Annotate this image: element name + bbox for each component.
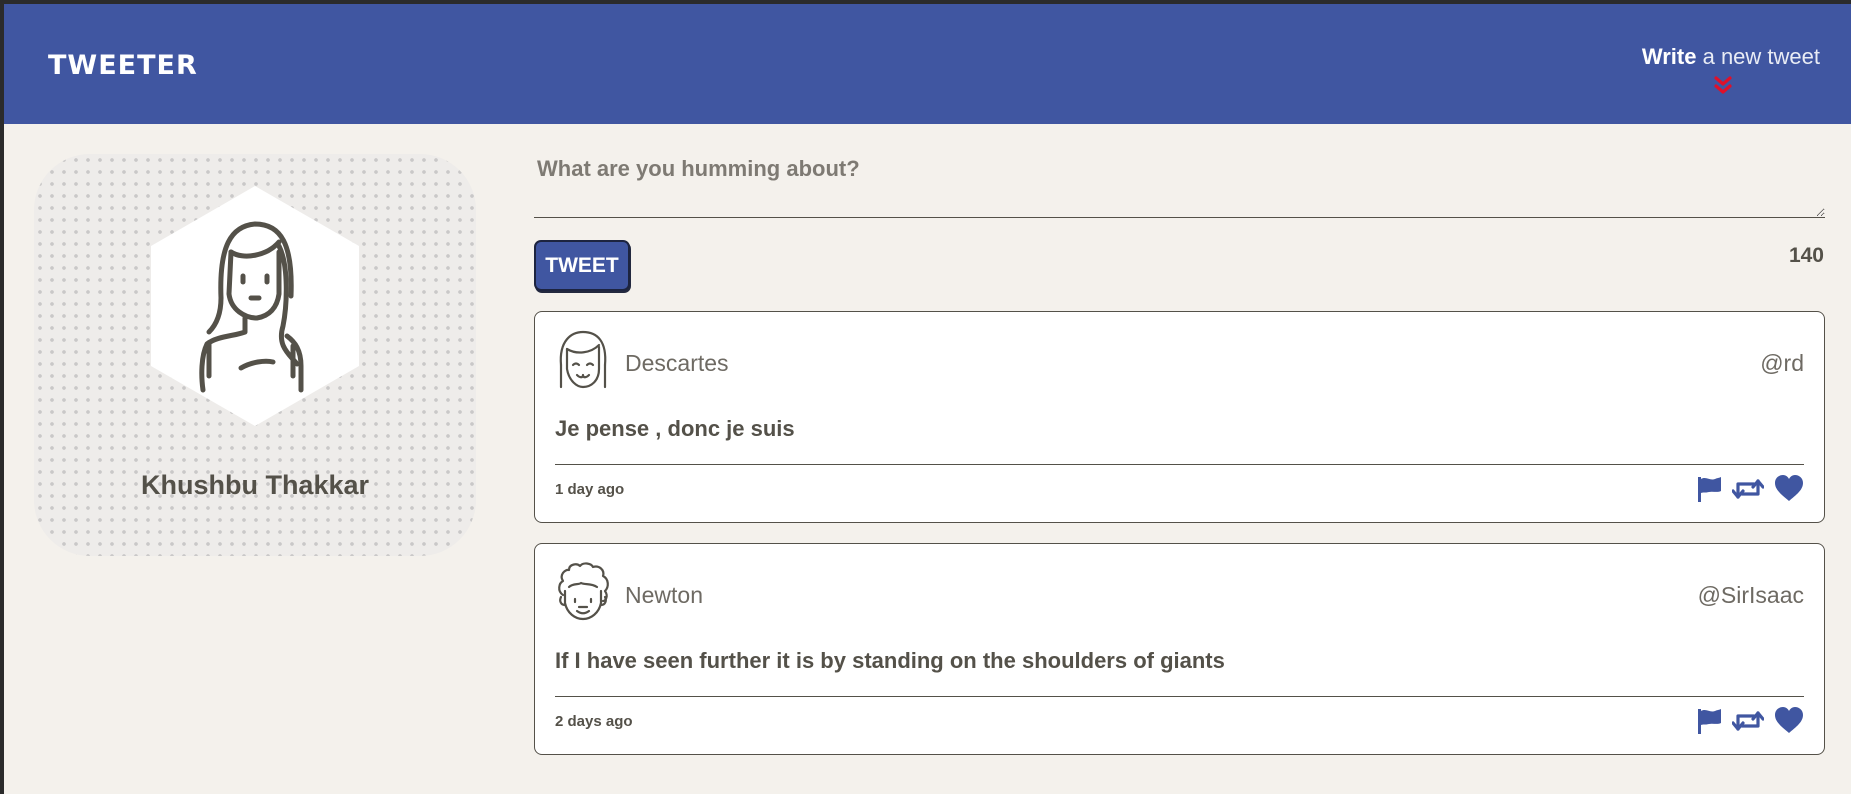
retweet-icon[interactable] [1732,475,1764,503]
tweet-divider [555,696,1804,697]
tweet-actions [1696,707,1804,737]
profile-name: Khushbu Thakkar [140,470,370,500]
write-new-tweet-toggle[interactable]: Write a new tweet [1620,40,1820,100]
retweet-icon[interactable] [1732,707,1764,735]
brand-logo[interactable]: TWEETER [48,50,198,81]
tweet-text-input[interactable] [534,154,1825,218]
heart-icon[interactable] [1774,707,1804,735]
top-nav: TWEETER Write a new tweet [4,4,1851,124]
flag-icon[interactable] [1696,475,1722,503]
tweet-button[interactable]: TWEET [534,240,630,291]
profile-card: Khushbu Thakkar [34,154,476,556]
tweet-handle[interactable]: @SirIsaac [1698,582,1804,609]
curly-hair-avatar-icon [558,562,609,621]
page: TWEETER Write a new tweet Khushbu Thakka… [4,4,1851,794]
double-chevron-down-icon[interactable] [1713,75,1733,95]
tweet-timestamp: 1 day ago [555,481,625,498]
tweet-divider [555,464,1804,465]
tweet-card: Descartes @rd Je pense , donc je suis 1 … [534,311,1825,523]
tweet-actions [1696,475,1804,505]
tweet-author[interactable]: Descartes [625,350,729,377]
girl-avatar-icon [559,330,607,389]
tweet-author[interactable]: Newton [625,582,703,609]
tweet-content: Je pense , donc je suis [555,416,795,441]
character-counter: 140 [1788,244,1824,267]
flag-icon[interactable] [1696,707,1722,735]
tweet-timestamp: 2 days ago [555,713,633,730]
tweet-handle[interactable]: @rd [1760,350,1804,377]
tweet-card: Newton @SirIsaac If I have seen further … [534,543,1825,755]
write-new-tweet-label: Write a new tweet [1641,44,1820,69]
heart-icon[interactable] [1774,475,1804,503]
woman-avatar-icon [151,186,359,426]
tweet-content: If I have seen further it is by standing… [555,648,1225,673]
